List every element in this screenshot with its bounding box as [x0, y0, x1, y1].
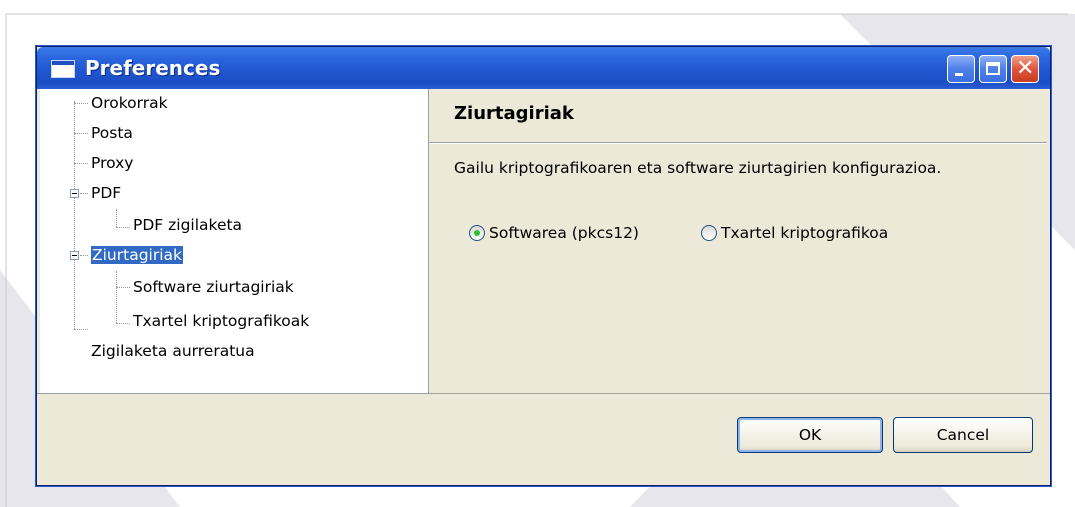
radio-label: Txartel kriptografikoa — [721, 224, 889, 242]
tree-branch — [74, 103, 88, 104]
window-title: Preferences — [85, 56, 221, 80]
tree-branch — [116, 323, 130, 324]
preferences-tree: Orokorrak Posta Proxy PDF PDF zigilaketa… — [40, 89, 429, 394]
tree-branch — [74, 133, 88, 134]
tree-connector — [116, 209, 117, 227]
panel-title: Ziurtagiriak — [454, 103, 574, 124]
radio-softwarea[interactable]: Softwarea (pkcs12) — [469, 224, 639, 242]
radio-label: Softwarea (pkcs12) — [489, 224, 639, 242]
tree-branch — [74, 163, 88, 164]
tree-item-zigilaketa-aurreratua[interactable]: Zigilaketa aurreratua — [91, 341, 255, 361]
close-button[interactable]: ✕ — [1011, 55, 1039, 83]
maximize-icon — [986, 62, 1000, 75]
tree-item-posta[interactable]: Posta — [91, 123, 133, 143]
cancel-button[interactable]: Cancel — [893, 417, 1033, 453]
settings-panel: Ziurtagiriak Gailu kriptografikoaren eta… — [429, 89, 1047, 393]
tree-branch — [116, 227, 130, 228]
radio-unchecked-icon[interactable] — [701, 225, 717, 241]
radio-txartel[interactable]: Txartel kriptografikoa — [701, 224, 888, 242]
divider — [429, 142, 1047, 144]
tree-item-pdf-zigilaketa[interactable]: PDF zigilaketa — [133, 215, 242, 235]
tree-item-ziurtagiriak[interactable]: Ziurtagiriak — [90, 245, 184, 265]
tree-item-orokorrak[interactable]: Orokorrak — [91, 93, 168, 113]
footer-divider — [37, 393, 1050, 394]
minimize-icon — [955, 73, 963, 76]
tree-item-proxy[interactable]: Proxy — [91, 153, 133, 173]
ok-button[interactable]: OK — [737, 417, 883, 453]
preferences-dialog: Preferences ✕ Orokorrak Posta Proxy PDF … — [36, 46, 1051, 486]
tree-connector — [116, 271, 117, 323]
tree-branch — [80, 193, 88, 194]
maximize-button[interactable] — [979, 55, 1007, 83]
title-bar[interactable]: Preferences ✕ — [37, 47, 1050, 89]
window-icon — [51, 60, 75, 78]
collapse-icon[interactable] — [70, 251, 79, 260]
radio-checked-icon[interactable] — [469, 225, 485, 241]
minimize-button[interactable] — [947, 55, 975, 83]
tree-item-pdf[interactable]: PDF — [91, 183, 121, 203]
tree-branch — [74, 329, 88, 330]
collapse-icon[interactable] — [70, 189, 79, 198]
tree-branch — [80, 255, 88, 256]
tree-branch — [116, 287, 130, 288]
tree-connector — [74, 101, 75, 329]
tree-item-txartel-kriptografikoak[interactable]: Txartel kriptografikoak — [133, 311, 309, 331]
close-icon: ✕ — [1016, 56, 1035, 81]
tree-item-software-ziurtagiriak[interactable]: Software ziurtagiriak — [133, 277, 294, 297]
panel-description: Gailu kriptografikoaren eta software ziu… — [454, 159, 942, 177]
